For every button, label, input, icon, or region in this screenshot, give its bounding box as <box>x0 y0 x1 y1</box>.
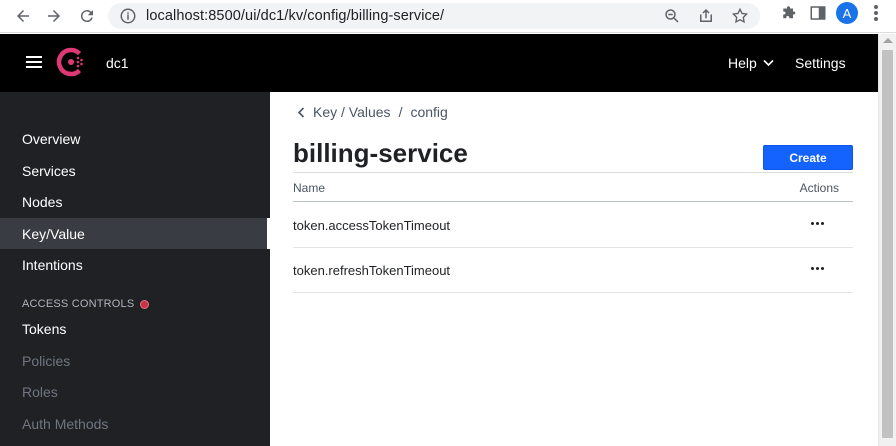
back-arrow-icon[interactable] <box>8 1 38 31</box>
scrollbar[interactable] <box>878 34 896 446</box>
chevron-down-icon <box>763 59 774 67</box>
profile-avatar[interactable]: A <box>836 2 858 24</box>
hamburger-icon[interactable] <box>26 56 42 68</box>
extensions-icon[interactable] <box>780 3 800 23</box>
info-icon[interactable] <box>118 6 138 26</box>
access-controls-label: ACCESS CONTROLS <box>22 298 135 310</box>
main-content: Key / Values / config billing-service Cr… <box>270 92 878 446</box>
breadcrumb-separator: / <box>398 104 403 120</box>
settings-link[interactable]: Settings <box>795 55 846 71</box>
help-menu[interactable]: Help <box>728 55 774 71</box>
share-icon[interactable] <box>696 6 716 26</box>
sidebar-item-services[interactable]: Services <box>0 155 270 186</box>
sidebar-item-nodes[interactable]: Nodes <box>0 186 270 217</box>
access-controls-heading: ACCESS CONTROLS <box>22 298 150 310</box>
consul-logo-icon[interactable] <box>56 47 86 77</box>
column-header-name: Name <box>293 181 326 195</box>
ellipsis-icon[interactable] <box>811 222 824 225</box>
chevron-left-icon[interactable] <box>297 106 305 118</box>
sidebar-item-policies: Policies <box>22 352 71 369</box>
address-bar[interactable]: localhost:8500/ui/dc1/kv/config/billing-… <box>108 3 760 29</box>
table-header: Name Actions <box>293 172 853 202</box>
sidebar-item-key-value[interactable]: Key/Value <box>0 218 270 249</box>
app-header: dc1 Help Settings <box>0 34 878 92</box>
kv-key-name[interactable]: token.accessTokenTimeout <box>293 218 450 233</box>
help-label: Help <box>728 55 757 71</box>
sidebar-item-intentions[interactable]: Intentions <box>0 249 270 280</box>
star-icon[interactable] <box>730 6 750 26</box>
create-button[interactable]: Create <box>763 145 853 170</box>
scroll-thumb[interactable] <box>882 50 893 438</box>
sidebar-item-overview[interactable]: Overview <box>0 123 270 154</box>
ellipsis-icon[interactable] <box>811 267 824 270</box>
menu-icon[interactable] <box>866 3 886 23</box>
url-text: localhost:8500/ui/dc1/kv/config/billing-… <box>146 8 445 24</box>
breadcrumb-key-values[interactable]: Key / Values <box>313 104 391 120</box>
kv-key-name[interactable]: token.refreshTokenTimeout <box>293 263 450 278</box>
sidebar-item-auth-methods: Auth Methods <box>22 415 109 432</box>
breadcrumb: Key / Values / config <box>297 104 448 120</box>
column-header-actions: Actions <box>799 181 839 195</box>
breadcrumb-config[interactable]: config <box>410 104 447 120</box>
page-title: billing-service <box>293 138 468 168</box>
table-row[interactable]: token.accessTokenTimeout <box>293 203 853 248</box>
datacenter-label[interactable]: dc1 <box>106 55 129 71</box>
sidebar-item-roles: Roles <box>22 383 58 400</box>
scroll-up-arrow-icon[interactable] <box>883 38 893 43</box>
sidebar-icon[interactable] <box>808 3 828 23</box>
status-dot-icon <box>140 299 150 309</box>
forward-arrow-icon[interactable] <box>39 1 69 31</box>
reload-icon[interactable] <box>72 1 102 31</box>
zoom-icon[interactable] <box>662 6 682 26</box>
sidebar-item-tokens[interactable]: Tokens <box>0 313 270 344</box>
browser-toolbar: localhost:8500/ui/dc1/kv/config/billing-… <box>0 0 896 33</box>
sidebar: Overview Services Nodes Key/Value Intent… <box>0 92 270 446</box>
table-row[interactable]: token.refreshTokenTimeout <box>293 248 853 293</box>
